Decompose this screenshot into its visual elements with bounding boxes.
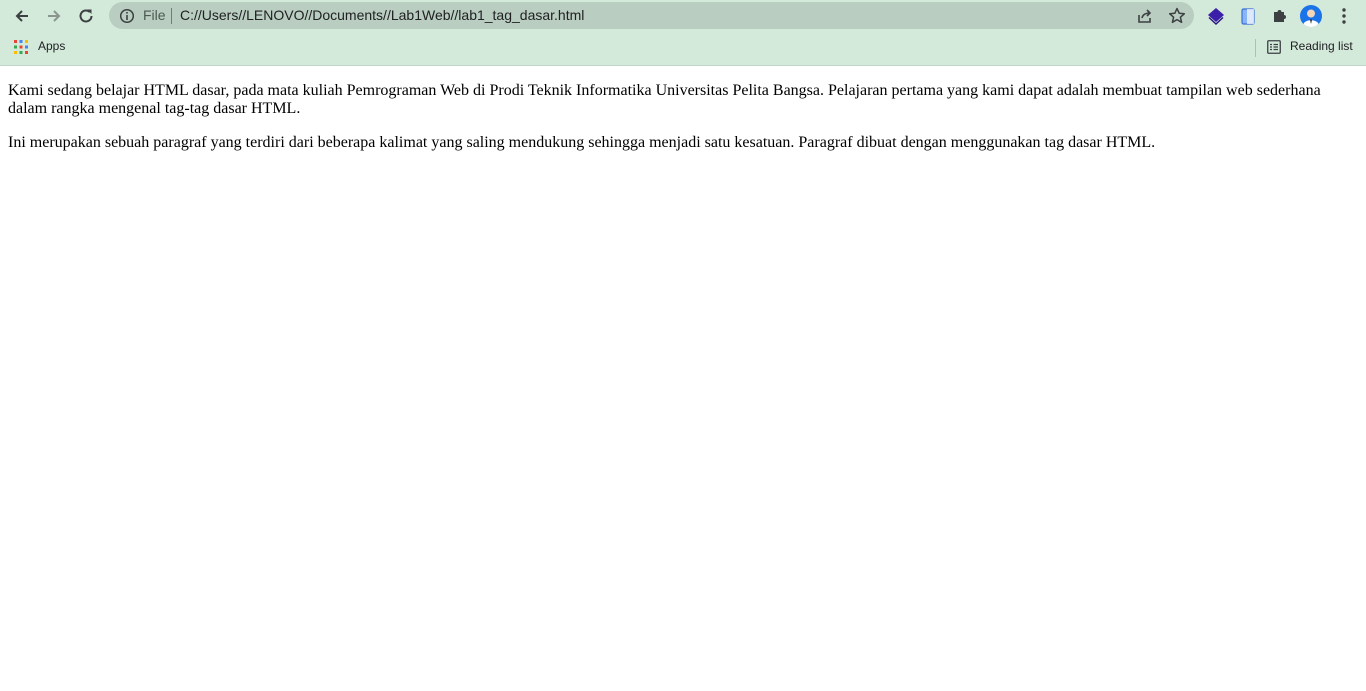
address-separator	[171, 8, 172, 24]
info-icon[interactable]	[119, 8, 135, 24]
extension-layers-icon	[1208, 8, 1224, 26]
reading-list-icon[interactable]	[1267, 40, 1281, 54]
apps-grid-icon[interactable]	[14, 40, 28, 54]
apps-bookmark[interactable]: Apps	[38, 39, 65, 53]
kebab-menu-icon	[1342, 8, 1346, 24]
reading-list-button[interactable]: Reading list	[1290, 39, 1353, 53]
page-content: Kami sedang belajar HTML dasar, pada mat…	[8, 66, 1348, 168]
address-url[interactable]: C://Users//LENOVO//Documents//Lab1Web//l…	[180, 7, 584, 23]
back-icon	[15, 10, 28, 22]
back-button[interactable]	[9, 3, 35, 29]
extension-clipboard-button[interactable]	[1237, 5, 1259, 27]
forward-icon	[48, 10, 61, 22]
avatar	[1300, 5, 1322, 27]
star-icon[interactable]	[1167, 6, 1187, 26]
browser-chrome: File C://Users//LENOVO//Documents//Lab1W…	[0, 0, 1366, 66]
address-prefix: File	[143, 7, 166, 23]
browser-menu-button[interactable]	[1333, 5, 1355, 27]
bookmarks-bar: Apps Reading list	[0, 34, 1366, 62]
share-icon[interactable]	[1135, 6, 1155, 26]
profile-button[interactable]	[1300, 5, 1322, 27]
bookmarks-separator	[1255, 39, 1256, 57]
paragraph-1: Kami sedang belajar HTML dasar, pada mat…	[8, 82, 1321, 117]
reload-button[interactable]	[73, 3, 99, 29]
address-bar[interactable]: File C://Users//LENOVO//Documents//Lab1W…	[109, 2, 1194, 29]
extension-layers-button[interactable]	[1205, 5, 1227, 27]
forward-button[interactable]	[41, 3, 67, 29]
paragraph-2: Ini merupakan sebuah paragraf yang terdi…	[8, 134, 1156, 151]
puzzle-icon	[1274, 10, 1286, 22]
browser-toolbar: File C://Users//LENOVO//Documents//Lab1W…	[0, 0, 1366, 31]
extension-clipboard-icon	[1241, 8, 1255, 25]
reload-icon	[79, 9, 93, 23]
extensions-button[interactable]	[1269, 5, 1291, 27]
